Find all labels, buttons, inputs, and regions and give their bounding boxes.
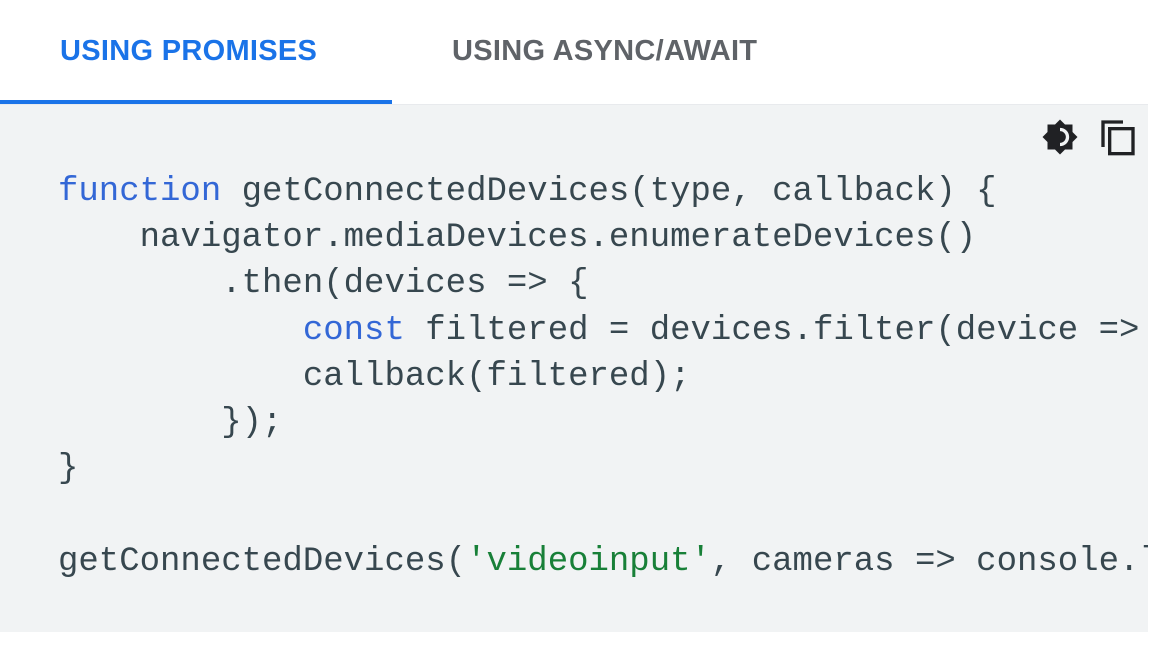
code-keyword: const <box>302 311 405 350</box>
brightness-icon[interactable] <box>1040 117 1080 157</box>
tab-bar: USING PROMISES USING ASYNC/AWAIT <box>0 0 1152 105</box>
code-keyword: function <box>58 173 222 211</box>
code-line: , cameras => console.l <box>710 542 1148 581</box>
code-block: function getConnectedDevices(type, callb… <box>0 105 1148 632</box>
tab-using-promises[interactable]: USING PROMISES <box>0 0 392 104</box>
code-line: } <box>58 450 79 489</box>
tab-label: USING ASYNC/AWAIT <box>452 35 758 67</box>
code-line: .then(devices => { <box>58 265 589 304</box>
code-line: navigator.mediaDevices.enumerateDevices(… <box>58 219 977 258</box>
code-line: filtered = devices.filter(device => <box>404 311 1140 350</box>
code-text: function getConnectedDevices(type, callb… <box>58 169 1148 585</box>
code-string: 'videoinput' <box>466 542 711 581</box>
code-line: getConnectedDevices(type, callback) { <box>221 173 997 211</box>
code-line: }); <box>58 404 283 443</box>
tab-label: USING PROMISES <box>60 35 318 67</box>
code-line: callback(filtered); <box>58 357 691 396</box>
code-line: getConnectedDevices( <box>58 542 467 581</box>
tab-using-async-await[interactable]: USING ASYNC/AWAIT <box>452 0 757 104</box>
copy-icon[interactable] <box>1098 117 1138 157</box>
